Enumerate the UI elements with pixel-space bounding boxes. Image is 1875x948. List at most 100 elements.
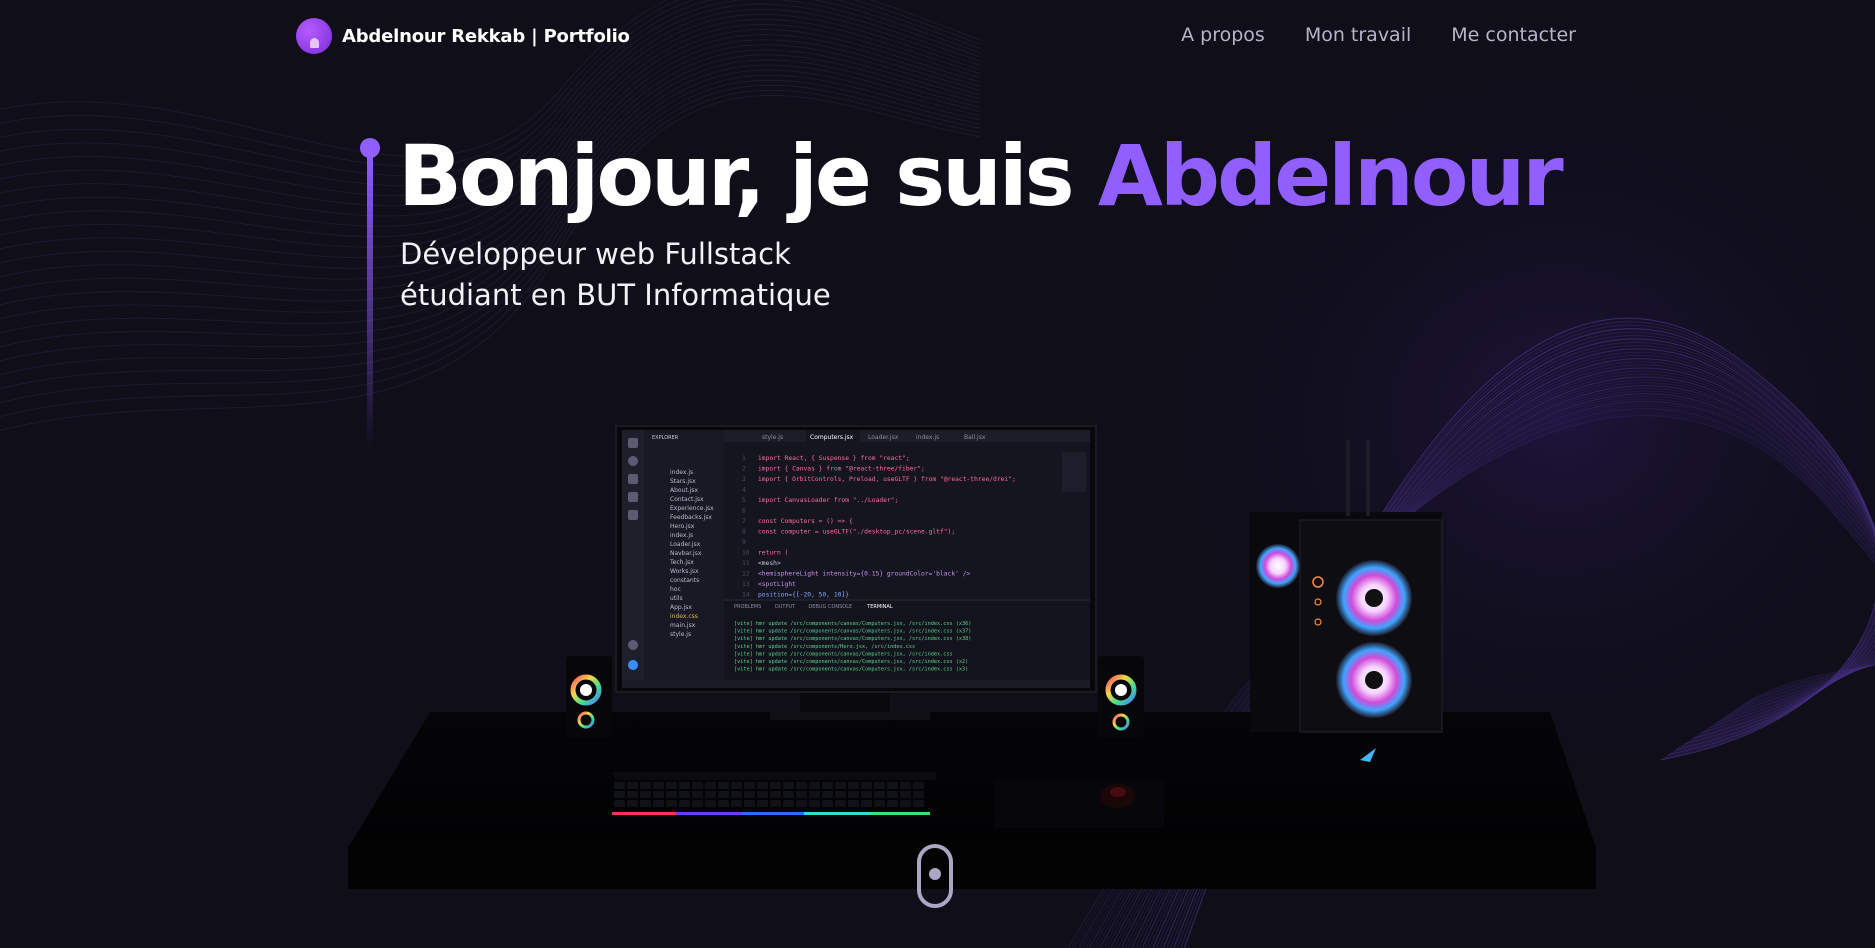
brand-link[interactable]: Abdelnour Rekkab | Portfolio bbox=[296, 18, 630, 54]
keycap bbox=[718, 791, 729, 798]
keycap bbox=[640, 782, 651, 789]
explorer-file: Tech.jsx bbox=[669, 559, 694, 566]
keycap bbox=[770, 782, 781, 789]
keycap bbox=[874, 791, 885, 798]
explorer-file: main.jsx bbox=[670, 622, 696, 629]
navbar: Abdelnour Rekkab | Portfolio A propos Mo… bbox=[0, 0, 1875, 74]
keycap bbox=[770, 800, 781, 807]
keycap bbox=[835, 782, 846, 789]
line-number: 6 bbox=[742, 508, 746, 515]
editor-tab: Loader.jsx bbox=[868, 434, 899, 441]
line-number: 10 bbox=[742, 550, 750, 557]
keycap bbox=[744, 791, 755, 798]
keycap bbox=[913, 782, 924, 789]
keycap bbox=[653, 782, 664, 789]
code-line: position={[-20, 50, 10]} bbox=[758, 592, 849, 599]
panel-tab: OUTPUT bbox=[775, 604, 796, 610]
line-number: 14 bbox=[742, 592, 750, 599]
nav-link-work[interactable]: Mon travail bbox=[1305, 24, 1411, 46]
code-line: import { OrbitControls, Preload, useGLTF… bbox=[758, 476, 1016, 483]
line-number: 3 bbox=[742, 476, 746, 483]
explorer-file: Stars.jsx bbox=[670, 478, 696, 485]
terminal-line: [vite] hmr update /src/components/canvas… bbox=[734, 636, 971, 642]
keycap bbox=[822, 782, 833, 789]
keycap bbox=[614, 782, 625, 789]
explorer-file: About.jsx bbox=[670, 487, 698, 494]
editor-tab: style.js bbox=[762, 434, 783, 441]
keycap bbox=[770, 791, 781, 798]
line-number: 1 bbox=[742, 455, 746, 462]
scroll-dot bbox=[929, 868, 941, 880]
keycap bbox=[731, 800, 742, 807]
keycap bbox=[640, 800, 651, 807]
keycap bbox=[666, 800, 677, 807]
explorer-file: Contact.jsx bbox=[670, 496, 704, 503]
explorer-file: index.css bbox=[670, 613, 698, 620]
scroll-down-indicator[interactable] bbox=[917, 844, 953, 908]
keycap bbox=[809, 782, 820, 789]
explorer-file: utils bbox=[670, 595, 683, 602]
code-line: import { Canvas } from "@react-three/fib… bbox=[758, 466, 925, 473]
keycap bbox=[900, 782, 911, 789]
keycap bbox=[627, 791, 638, 798]
keycap bbox=[692, 791, 703, 798]
hero-title: Bonjour, je suis Abdelnour bbox=[398, 127, 1564, 225]
line-number: 9 bbox=[742, 539, 746, 546]
desk-front bbox=[348, 845, 1596, 889]
explorer-file: Works.jsx bbox=[670, 568, 699, 575]
subtitle-line-1: Développeur web Fullstack bbox=[400, 237, 791, 271]
right-speaker bbox=[1098, 656, 1144, 738]
keycap bbox=[679, 800, 690, 807]
explorer-file: index.js bbox=[670, 532, 693, 539]
keycap bbox=[653, 791, 664, 798]
terminal-line: [vite] hmr update /src/components/canvas… bbox=[734, 621, 971, 627]
left-speaker bbox=[566, 656, 612, 738]
keycap bbox=[835, 791, 846, 798]
nav-link-contact[interactable]: Me contacter bbox=[1451, 24, 1576, 46]
keycap bbox=[913, 791, 924, 798]
keycap bbox=[900, 800, 911, 807]
code-line: <mesh> bbox=[758, 560, 781, 567]
keycap bbox=[731, 791, 742, 798]
code-line: <hemisphereLight intensity={0.15} ground… bbox=[758, 571, 971, 578]
explorer-file: index.js bbox=[670, 469, 693, 476]
nav-link-about[interactable]: A propos bbox=[1181, 24, 1265, 46]
keycap bbox=[861, 782, 872, 789]
panel-tab: DEBUG CONSOLE bbox=[808, 604, 852, 610]
terminal-line: [vite] hmr update /src/components/canvas… bbox=[734, 659, 968, 665]
keycap bbox=[744, 782, 755, 789]
terminal-line: [vite] hmr update /src/components/canvas… bbox=[734, 667, 968, 673]
keycap bbox=[796, 800, 807, 807]
keycap bbox=[861, 791, 872, 798]
explorer-file: Loader.jsx bbox=[670, 541, 701, 548]
keycap bbox=[614, 800, 625, 807]
hero-subtitle: Développeur web Fullstack étudiant en BU… bbox=[400, 234, 831, 316]
editor-tab: Computers.jsx bbox=[810, 434, 854, 441]
keycap bbox=[783, 791, 794, 798]
panel-tab: TERMINAL bbox=[866, 604, 893, 610]
keycap bbox=[809, 791, 820, 798]
line-number: 4 bbox=[742, 487, 746, 494]
keycap bbox=[783, 782, 794, 789]
keycap bbox=[887, 782, 898, 789]
keycap bbox=[835, 800, 846, 807]
keycap bbox=[692, 782, 703, 789]
keycap bbox=[705, 800, 716, 807]
line-number: 2 bbox=[742, 466, 746, 473]
keycap bbox=[614, 791, 625, 798]
code-line: <spotLight bbox=[758, 581, 796, 588]
nav-links: A propos Mon travail Me contacter bbox=[1181, 24, 1576, 46]
explorer-file: style.js bbox=[670, 631, 691, 638]
panel-tab: PROBLEMS bbox=[734, 604, 761, 610]
editor-tab: Ball.jsx bbox=[964, 434, 986, 441]
line-number: 13 bbox=[742, 581, 750, 588]
keycap bbox=[861, 800, 872, 807]
terminal-line: [vite] hmr update /src/components/canvas… bbox=[734, 629, 971, 635]
keycap bbox=[848, 782, 859, 789]
keycap bbox=[757, 800, 768, 807]
keycap bbox=[900, 791, 911, 798]
keycap bbox=[848, 800, 859, 807]
keycap bbox=[679, 791, 690, 798]
keycap bbox=[666, 782, 677, 789]
keycap bbox=[718, 782, 729, 789]
